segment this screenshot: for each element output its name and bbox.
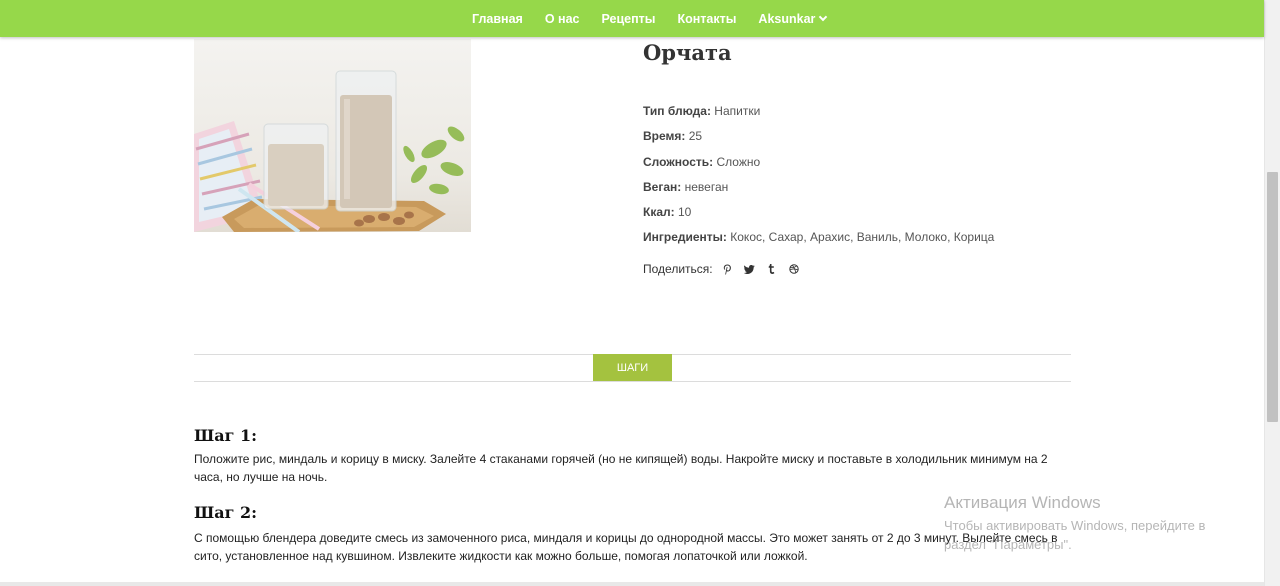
meta-label: Ккал: bbox=[643, 205, 675, 220]
share-label: Поделиться: bbox=[643, 262, 713, 276]
meta-value: 10 bbox=[677, 205, 692, 220]
recipe-title: Орчата bbox=[643, 40, 732, 65]
horizontal-scrollbar bbox=[0, 582, 1264, 586]
top-navbar: Главная О нас Рецепты Контакты Aksunkar bbox=[0, 0, 1264, 37]
meta-label: Сложность: bbox=[643, 154, 714, 169]
recipe-meta-list: Тип блюда: Напитки Время: 25 Сложность: … bbox=[643, 103, 994, 255]
nav-item-contacts[interactable]: Контакты bbox=[677, 12, 736, 26]
nav-user-name: Aksunkar bbox=[758, 11, 816, 26]
meta-value: 25 bbox=[688, 129, 703, 144]
twitter-icon[interactable] bbox=[743, 262, 757, 276]
nav-menu: Главная О нас Рецепты Контакты Aksunkar bbox=[472, 0, 828, 37]
meta-value: Напитки bbox=[714, 104, 761, 118]
meta-value: Сложно bbox=[716, 154, 761, 169]
meta-kcal: Ккал: 10 bbox=[643, 204, 994, 229]
nav-item-about[interactable]: О нас bbox=[545, 12, 580, 26]
chevron-down-icon bbox=[819, 12, 828, 22]
meta-label: Веган: bbox=[643, 179, 682, 194]
share-row: Поделиться: bbox=[643, 262, 801, 276]
step-2-text: С помощью блендера доведите смесь из зам… bbox=[194, 531, 1058, 563]
meta-label: Время: bbox=[643, 129, 686, 144]
nav-user-menu[interactable]: Aksunkar bbox=[758, 11, 828, 26]
step-1-title: Шаг 1: bbox=[194, 426, 258, 445]
vertical-scrollbar[interactable] bbox=[1264, 0, 1280, 586]
windows-activation-title: Активация Windows bbox=[944, 493, 1101, 512]
tumblr-icon[interactable] bbox=[765, 262, 779, 276]
meta-label: Тип блюда: bbox=[643, 104, 711, 118]
meta-value: Кокос, Сахар, Арахис, Ваниль, Молоко, Ко… bbox=[730, 230, 995, 245]
meta-ingredients: Ингредиенты: Кокос, Сахар, Арахис, Ванил… bbox=[643, 229, 994, 254]
meta-value: невеган bbox=[684, 179, 729, 194]
step-1-text: Положите рис, миндаль и корицу в миску. … bbox=[194, 452, 1048, 484]
meta-label: Ингредиенты: bbox=[643, 230, 727, 245]
nav-item-recipes[interactable]: Рецепты bbox=[602, 12, 656, 26]
meta-vegan: Веган: невеган bbox=[643, 179, 994, 204]
tab-steps[interactable]: ШАГИ bbox=[593, 354, 672, 381]
nav-item-home[interactable]: Главная bbox=[472, 12, 523, 26]
pinterest-icon[interactable] bbox=[721, 262, 735, 276]
step-2-title: Шаг 2: bbox=[194, 503, 258, 522]
windows-activation-text: Чтобы активировать Windows, перейдите в … bbox=[944, 518, 1206, 552]
tab-divider-bottom bbox=[194, 381, 1071, 382]
meta-time: Время: 25 bbox=[643, 128, 994, 153]
recipe-photo bbox=[194, 39, 471, 232]
dribbble-icon[interactable] bbox=[787, 262, 801, 276]
meta-difficulty: Сложность: Сложно bbox=[643, 154, 994, 179]
meta-dish-type: Тип блюда: Напитки bbox=[643, 103, 994, 128]
scrollbar-thumb[interactable] bbox=[1267, 172, 1278, 422]
horchata-glasses-image bbox=[194, 70, 465, 232]
